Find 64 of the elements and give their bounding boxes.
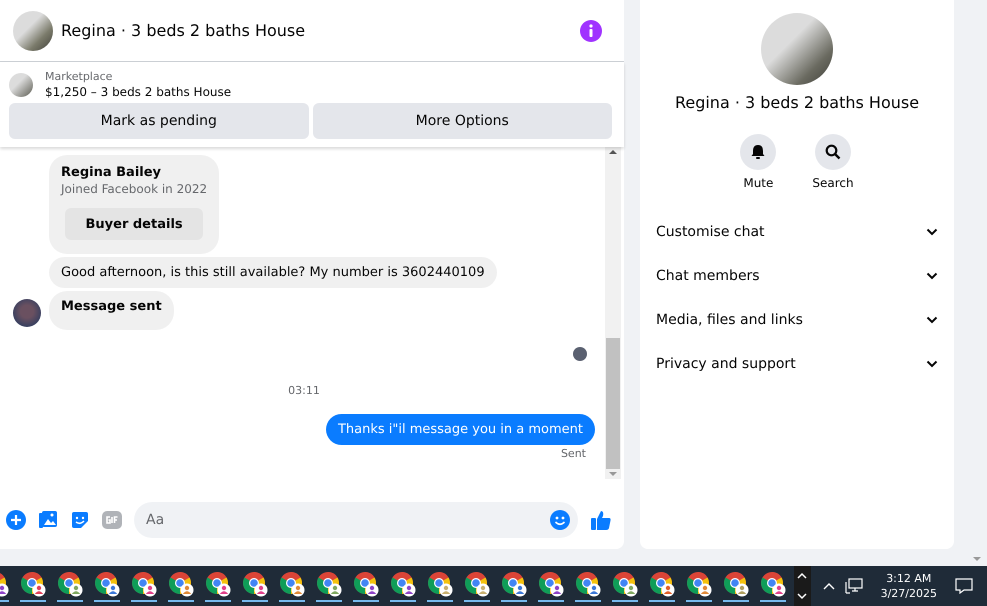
browser-profile-icon[interactable] [131, 570, 157, 596]
action-button[interactable]: More Options [312, 103, 612, 139]
message-bubble: Message sent [49, 291, 174, 330]
clock-time[interactable]: 3:12 AM [886, 572, 932, 585]
button-label: Mute [743, 176, 774, 190]
browser-profile-icon[interactable] [20, 570, 46, 596]
message-bubble: Good afternoon, is this still available? My number is 3602440109 [49, 257, 497, 288]
browser-profile-icon[interactable] [723, 570, 749, 596]
caret-up-icon[interactable] [797, 572, 808, 580]
thumbs-up-icon[interactable] [590, 509, 612, 531]
sticker-icon[interactable] [70, 510, 90, 530]
seen-avatar [573, 347, 587, 361]
mute-button[interactable] [740, 134, 776, 170]
browser-profile-icon[interactable] [94, 570, 120, 596]
clock-date[interactable]: 3/27/2025 [880, 587, 937, 600]
message-bubble: Thanks i"il message you in a moment [326, 414, 595, 445]
settings-section[interactable]: Privacy and support [656, 342, 938, 386]
chevron-up-icon[interactable] [822, 582, 835, 590]
scrollbar[interactable] [605, 147, 621, 479]
browser-profile-icon[interactable] [760, 570, 786, 596]
browser-profile-icon[interactable] [649, 570, 675, 596]
browser-profile-icon[interactable] [242, 570, 268, 596]
buyer-details-button[interactable]: Buyer details [65, 208, 204, 240]
info-icon[interactable] [580, 20, 602, 42]
browser-profile-icon[interactable] [612, 570, 638, 596]
search-button[interactable] [814, 134, 851, 170]
chat-title: Regina · 3 beds 2 baths House [61, 21, 306, 40]
browser-profile-icon[interactable] [57, 570, 83, 596]
search-icon [824, 144, 841, 160]
message-input-field[interactable]: Aa [134, 502, 578, 538]
browser-profile-icon[interactable] [390, 570, 416, 596]
buyer-name: Regina Bailey [61, 165, 162, 180]
browser-profile-icon[interactable] [538, 570, 564, 596]
message-timestamp: 03:11 [288, 384, 320, 397]
buyer-joined-text: Joined Facebook in 2022 [61, 182, 208, 196]
browser-profile-icon[interactable] [168, 570, 194, 596]
browser-profile-icon[interactable] [279, 570, 305, 596]
action-button[interactable]: Mark as pending [9, 103, 308, 139]
bell-icon [750, 144, 766, 160]
notification-icon[interactable] [955, 578, 973, 594]
caret-down-icon[interactable] [797, 592, 808, 600]
listing-source: Marketplace [45, 70, 114, 83]
browser-profile-icon[interactable] [205, 570, 231, 596]
browser-profile-icon[interactable] [316, 570, 342, 596]
add-icon[interactable] [6, 510, 26, 530]
settings-section[interactable]: Customise chat [656, 210, 938, 254]
message-status: Sent [560, 447, 587, 460]
browser-profile-icon[interactable] [427, 570, 453, 596]
browser-profile-icon[interactable] [353, 570, 379, 596]
listing-thumbnail-placeholder [9, 72, 33, 96]
listing-summary: $1,250 – 3 beds 2 baths House [45, 85, 232, 99]
network-icon[interactable] [844, 578, 863, 594]
browser-profile-icon[interactable] [501, 570, 527, 596]
scroll-down-icon[interactable] [972, 555, 982, 563]
browser-profile-icon[interactable] [686, 570, 712, 596]
conversation-title: Regina · 3 beds 2 baths House [674, 93, 920, 112]
listing-photo-placeholder [13, 10, 53, 50]
browser-profile-icon[interactable] [575, 570, 601, 596]
settings-section[interactable]: Chat members [656, 254, 938, 298]
browser-profile-icon[interactable] [464, 570, 490, 596]
button-label: Search [812, 176, 854, 190]
emoji-icon[interactable] [550, 510, 570, 530]
photo-icon[interactable] [38, 510, 58, 530]
settings-section[interactable]: Media, files and links [656, 298, 938, 342]
